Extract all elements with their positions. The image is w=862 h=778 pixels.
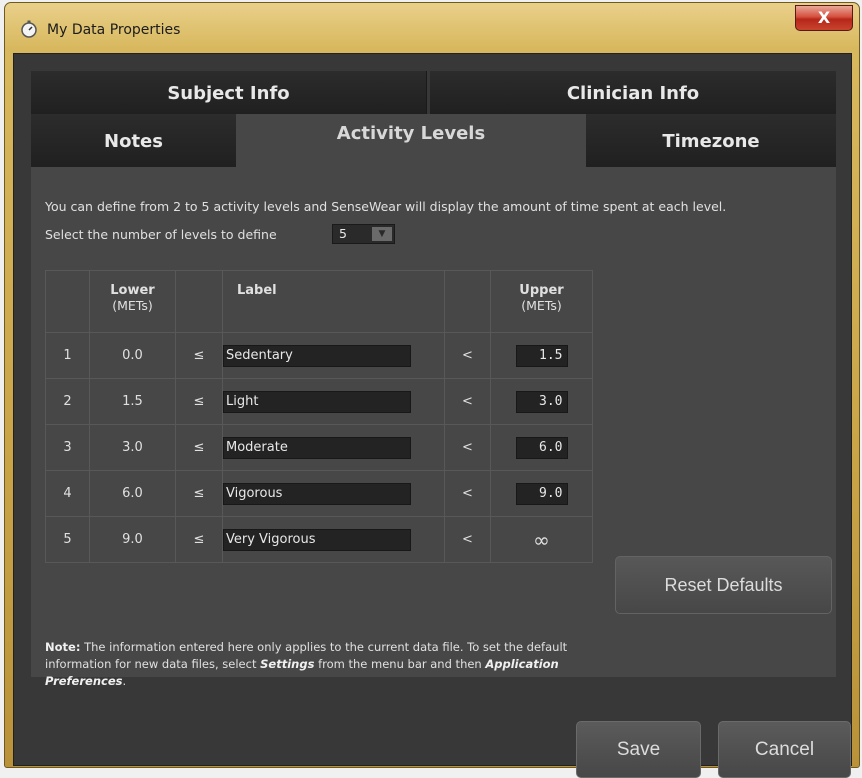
table-row: 2 1.5 ≤ Light < 3.0 — [45, 378, 593, 425]
levels-count-label: Select the number of levels to define — [45, 227, 277, 242]
row-number: 1 — [45, 332, 90, 379]
row-number: 4 — [45, 470, 90, 517]
note-text: Note: The information entered here only … — [45, 639, 605, 690]
close-button[interactable]: X — [795, 5, 853, 31]
note-settings: Settings — [260, 657, 315, 671]
chevron-down-icon[interactable]: ▼ — [372, 227, 392, 241]
label-input[interactable]: Moderate — [223, 436, 411, 459]
upper-header-label: Upper — [519, 283, 564, 298]
label-cell: Light — [222, 378, 445, 425]
less-equal-symbol: ≤ — [175, 378, 223, 425]
label-cell: Very Vigorous — [222, 516, 445, 563]
upper-cell: 6.0 — [490, 424, 593, 471]
levels-count-value: 5 — [339, 226, 347, 241]
upper-input[interactable]: 1.5 — [515, 344, 568, 367]
table-row: 5 9.0 ≤ Very Vigorous < ∞ — [45, 516, 593, 563]
upper-cell: 3.0 — [490, 378, 593, 425]
label-input[interactable]: Vigorous — [223, 482, 411, 505]
lower-value: 3.0 — [89, 424, 176, 471]
activity-levels-table: Lower (METs) Label Upper (METs) 1 0.0 ≤ Se… — [45, 270, 593, 563]
tab-subject-info[interactable]: Subject Info — [31, 71, 427, 114]
properties-window: My Data Properties X Subject Info Clinic… — [4, 2, 860, 778]
save-button[interactable]: Save — [576, 721, 701, 778]
label-cell: Sedentary — [222, 332, 445, 379]
window-title: My Data Properties — [47, 22, 181, 38]
less-equal-symbol: ≤ — [175, 424, 223, 471]
upper-input[interactable]: 3.0 — [515, 390, 568, 413]
less-equal-symbol: ≤ — [175, 332, 223, 379]
less-than-symbol: < — [444, 470, 491, 517]
upper-cell: ∞ — [490, 516, 593, 563]
close-icon: X — [817, 8, 831, 27]
description-text: You can define from 2 to 5 activity leve… — [45, 199, 727, 214]
lower-header-label: Lower — [110, 283, 155, 298]
lower-value: 9.0 — [89, 516, 176, 563]
note-prefix: Note: — [45, 640, 81, 654]
note-body-3: . — [122, 674, 127, 688]
tab-notes[interactable]: Notes — [31, 114, 236, 167]
levels-count-row: Select the number of levels to define 5 … — [45, 224, 395, 244]
label-input[interactable]: Very Vigorous — [223, 528, 411, 551]
tab-label: Timezone — [662, 131, 760, 152]
less-equal-symbol: ≤ — [175, 470, 223, 517]
row-number: 3 — [45, 424, 90, 471]
less-than-symbol: < — [444, 378, 491, 425]
label-input[interactable]: Sedentary — [223, 344, 411, 367]
tab-clinician-info[interactable]: Clinician Info — [430, 71, 836, 114]
upper-cell: 1.5 — [490, 332, 593, 379]
reset-defaults-button[interactable]: Reset Defaults — [615, 556, 832, 614]
levels-count-select[interactable]: 5 ▼ — [332, 224, 395, 244]
less-than-symbol: < — [444, 516, 491, 563]
row-number: 5 — [45, 516, 90, 563]
lower-header: Lower (METs) — [89, 270, 176, 333]
index-header — [45, 270, 90, 333]
table-row: 4 6.0 ≤ Vigorous < 9.0 — [45, 470, 593, 517]
upper-input[interactable]: 9.0 — [515, 482, 568, 505]
upper-unit-label: (METs) — [521, 298, 562, 313]
upper-input[interactable]: 6.0 — [515, 436, 568, 459]
label-header: Label — [222, 270, 445, 333]
lower-unit-label: (METs) — [112, 298, 153, 313]
stopwatch-icon — [21, 20, 37, 38]
row-number: 2 — [45, 378, 90, 425]
note-body-2: from the menu bar and then — [314, 657, 486, 671]
tab-activity-levels[interactable]: Activity Levels — [236, 114, 586, 167]
label-header-label: Label — [237, 283, 277, 298]
upper-header: Upper (METs) — [490, 270, 593, 333]
less-than-symbol: < — [444, 424, 491, 471]
lt-header — [444, 270, 491, 333]
tab-timezone[interactable]: Timezone — [586, 114, 836, 167]
upper-cell: 9.0 — [490, 470, 593, 517]
tab-label: Subject Info — [167, 83, 290, 104]
table-header-row: Lower (METs) Label Upper (METs) — [45, 270, 593, 333]
label-cell: Moderate — [222, 424, 445, 471]
tab-label: Notes — [104, 131, 163, 152]
tab-label: Clinician Info — [566, 83, 700, 104]
less-than-symbol: < — [444, 332, 491, 379]
less-equal-symbol: ≤ — [175, 516, 223, 563]
label-cell: Vigorous — [222, 470, 445, 517]
dialog-body: Subject Info Clinician Info Notes Activi… — [13, 53, 852, 778]
table-row: 3 3.0 ≤ Moderate < 6.0 — [45, 424, 593, 471]
lower-value: 1.5 — [89, 378, 176, 425]
lower-value: 0.0 — [89, 332, 176, 379]
table-row: 1 0.0 ≤ Sedentary < 1.5 — [45, 332, 593, 379]
label-input[interactable]: Light — [223, 390, 411, 413]
le-header — [175, 270, 223, 333]
activity-levels-panel: You can define from 2 to 5 activity leve… — [31, 167, 836, 688]
tab-label: Activity Levels — [336, 123, 486, 144]
title-bar[interactable]: My Data Properties X — [5, 3, 859, 53]
cancel-button[interactable]: Cancel — [718, 721, 851, 778]
infinity-symbol: ∞ — [533, 527, 550, 552]
lower-value: 6.0 — [89, 470, 176, 517]
